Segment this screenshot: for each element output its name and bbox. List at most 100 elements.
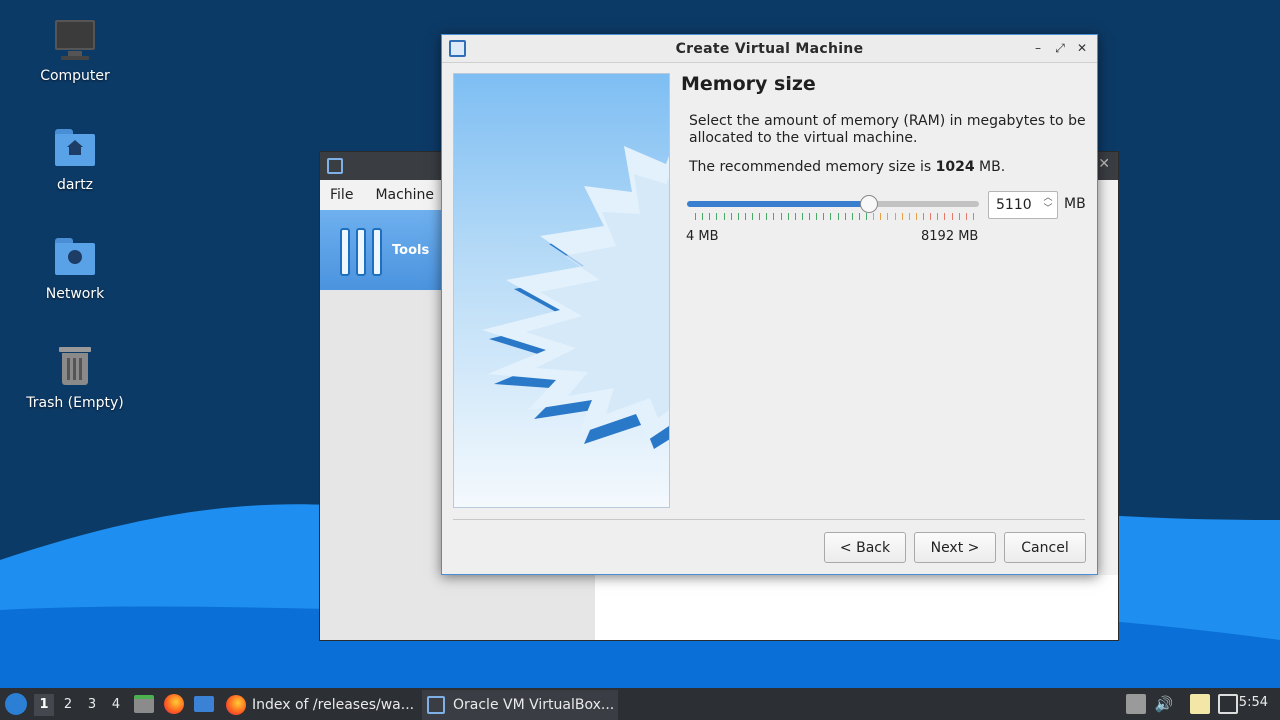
slider-tick — [880, 213, 882, 220]
slider-tick — [901, 213, 903, 220]
task-label: Index of /releases/wa... — [252, 697, 415, 713]
taskbar: 1 2 3 4 Index of /releases/wa... Oracle … — [0, 688, 1280, 720]
task-firefox[interactable]: Index of /releases/wa... — [222, 690, 418, 720]
desktop-show-icon[interactable] — [194, 696, 214, 712]
slider-tick — [759, 213, 761, 220]
clock: 5:54 — [1238, 695, 1268, 710]
close-icon[interactable]: ✕ — [1098, 156, 1110, 172]
slider-tick — [695, 213, 696, 220]
tools-label: Tools — [392, 242, 430, 258]
next-button[interactable]: Next > — [914, 532, 996, 563]
maximize-icon[interactable]: ⤢ — [1051, 38, 1069, 58]
memory-slider[interactable] — [687, 201, 979, 207]
slider-tick — [894, 213, 896, 220]
clipboard-icon[interactable] — [1190, 694, 1210, 714]
desktop-icon-network[interactable]: Network — [20, 236, 130, 302]
volume-icon[interactable]: 🔊 — [1154, 694, 1174, 714]
slider-tick — [823, 213, 825, 220]
memory-unit-label: MB — [1064, 196, 1086, 212]
memory-slider-row: ︿ ﹀ MB — [687, 191, 1092, 222]
spin-down-icon[interactable]: ﹀ — [1041, 204, 1055, 215]
memory-min-label: 4 MB — [686, 229, 719, 244]
desktop-icon-home[interactable]: dartz — [20, 127, 130, 193]
slider-tick — [973, 213, 974, 220]
cancel-button[interactable]: Cancel — [1004, 532, 1086, 563]
slider-tick — [937, 213, 939, 220]
memory-description: Select the amount of memory (RAM) in meg… — [689, 113, 1086, 146]
slider-tick — [887, 213, 889, 220]
slider-tick — [809, 213, 811, 220]
page-title: Memory size — [681, 73, 816, 95]
slider-tick — [723, 213, 725, 220]
dialog-title: Create Virtual Machine — [675, 40, 864, 57]
slider-tick — [923, 213, 925, 220]
desktop-icon-computer[interactable]: Computer — [20, 18, 130, 84]
slider-tick — [766, 213, 768, 220]
slider-tick — [851, 213, 853, 220]
desktop-icon-label: Computer — [40, 68, 110, 84]
workspace-2[interactable]: 2 — [58, 694, 78, 716]
slider-tick — [737, 213, 739, 220]
button-separator — [453, 519, 1085, 520]
close-icon[interactable]: ✕ — [1073, 38, 1091, 58]
task-virtualbox[interactable]: Oracle VM VirtualBox... — [422, 690, 618, 720]
minimize-icon[interactable]: – — [1029, 38, 1047, 58]
workspace-1[interactable]: 1 — [34, 694, 54, 716]
firefox-icon — [226, 695, 246, 715]
slider-tick — [801, 213, 803, 220]
slider-tick — [702, 213, 704, 220]
slider-tick — [873, 213, 875, 220]
menu-file[interactable]: File — [330, 187, 353, 203]
slider-tick — [944, 213, 946, 220]
slider-tick — [709, 213, 711, 220]
firefox-icon[interactable] — [164, 694, 184, 714]
slider-tick — [773, 213, 775, 220]
memory-max-label: 8192 MB — [921, 229, 979, 244]
slider-tick — [844, 213, 846, 220]
file-manager-icon[interactable] — [134, 695, 154, 713]
slider-tick — [866, 213, 868, 220]
desktop-icon-label: Trash (Empty) — [26, 395, 124, 411]
slider-tick — [787, 213, 789, 220]
virtualbox-icon — [427, 696, 445, 714]
memory-input[interactable] — [989, 192, 1035, 218]
desktop-icon-label: Network — [45, 286, 105, 302]
slider-handle[interactable] — [860, 195, 878, 213]
create-vm-dialog: Create Virtual Machine – ⤢ ✕ Memory size… — [441, 34, 1098, 575]
spin-up-icon[interactable]: ︿ — [1041, 193, 1055, 204]
slider-tick — [816, 213, 818, 220]
notifications-icon[interactable] — [1126, 694, 1146, 714]
slider-tick — [858, 213, 860, 220]
slider-tick — [744, 213, 746, 220]
workspace-4[interactable]: 4 — [106, 694, 126, 716]
wizard-illustration — [453, 73, 670, 508]
virtualbox-icon — [327, 158, 343, 174]
slider-tick — [830, 213, 832, 220]
network-icon[interactable] — [1218, 694, 1238, 714]
dialog-titlebar: Create Virtual Machine – ⤢ ✕ — [442, 35, 1097, 63]
slider-tick — [951, 213, 953, 220]
slider-tick — [730, 213, 732, 220]
memory-spinbox[interactable]: ︿ ﹀ — [988, 191, 1058, 219]
back-button[interactable]: < Back — [824, 532, 906, 563]
slider-tick — [908, 213, 910, 220]
slider-tick — [716, 213, 718, 220]
recommended-memory-text: The recommended memory size is 1024 MB. — [689, 159, 1006, 175]
slider-tick — [752, 213, 754, 220]
desktop-icon-trash[interactable]: Trash (Empty) — [20, 345, 130, 411]
network-folder-icon — [51, 236, 99, 280]
menu-machine[interactable]: Machine — [375, 187, 434, 203]
slider-tick — [780, 213, 782, 220]
virtualbox-icon — [449, 40, 466, 57]
slider-tick — [930, 213, 932, 220]
task-label: Oracle VM VirtualBox... — [453, 697, 615, 713]
start-menu-icon[interactable] — [5, 693, 27, 715]
recommended-memory-value: 1024 — [935, 159, 975, 175]
slider-fill — [687, 201, 870, 207]
slider-tick — [794, 213, 796, 220]
wizard-content: Memory size Select the amount of memory … — [681, 73, 1091, 175]
workspace-3[interactable]: 3 — [82, 694, 102, 716]
desktop-icon-label: dartz — [56, 177, 94, 193]
slider-tick — [958, 213, 960, 220]
trash-icon — [51, 345, 99, 389]
